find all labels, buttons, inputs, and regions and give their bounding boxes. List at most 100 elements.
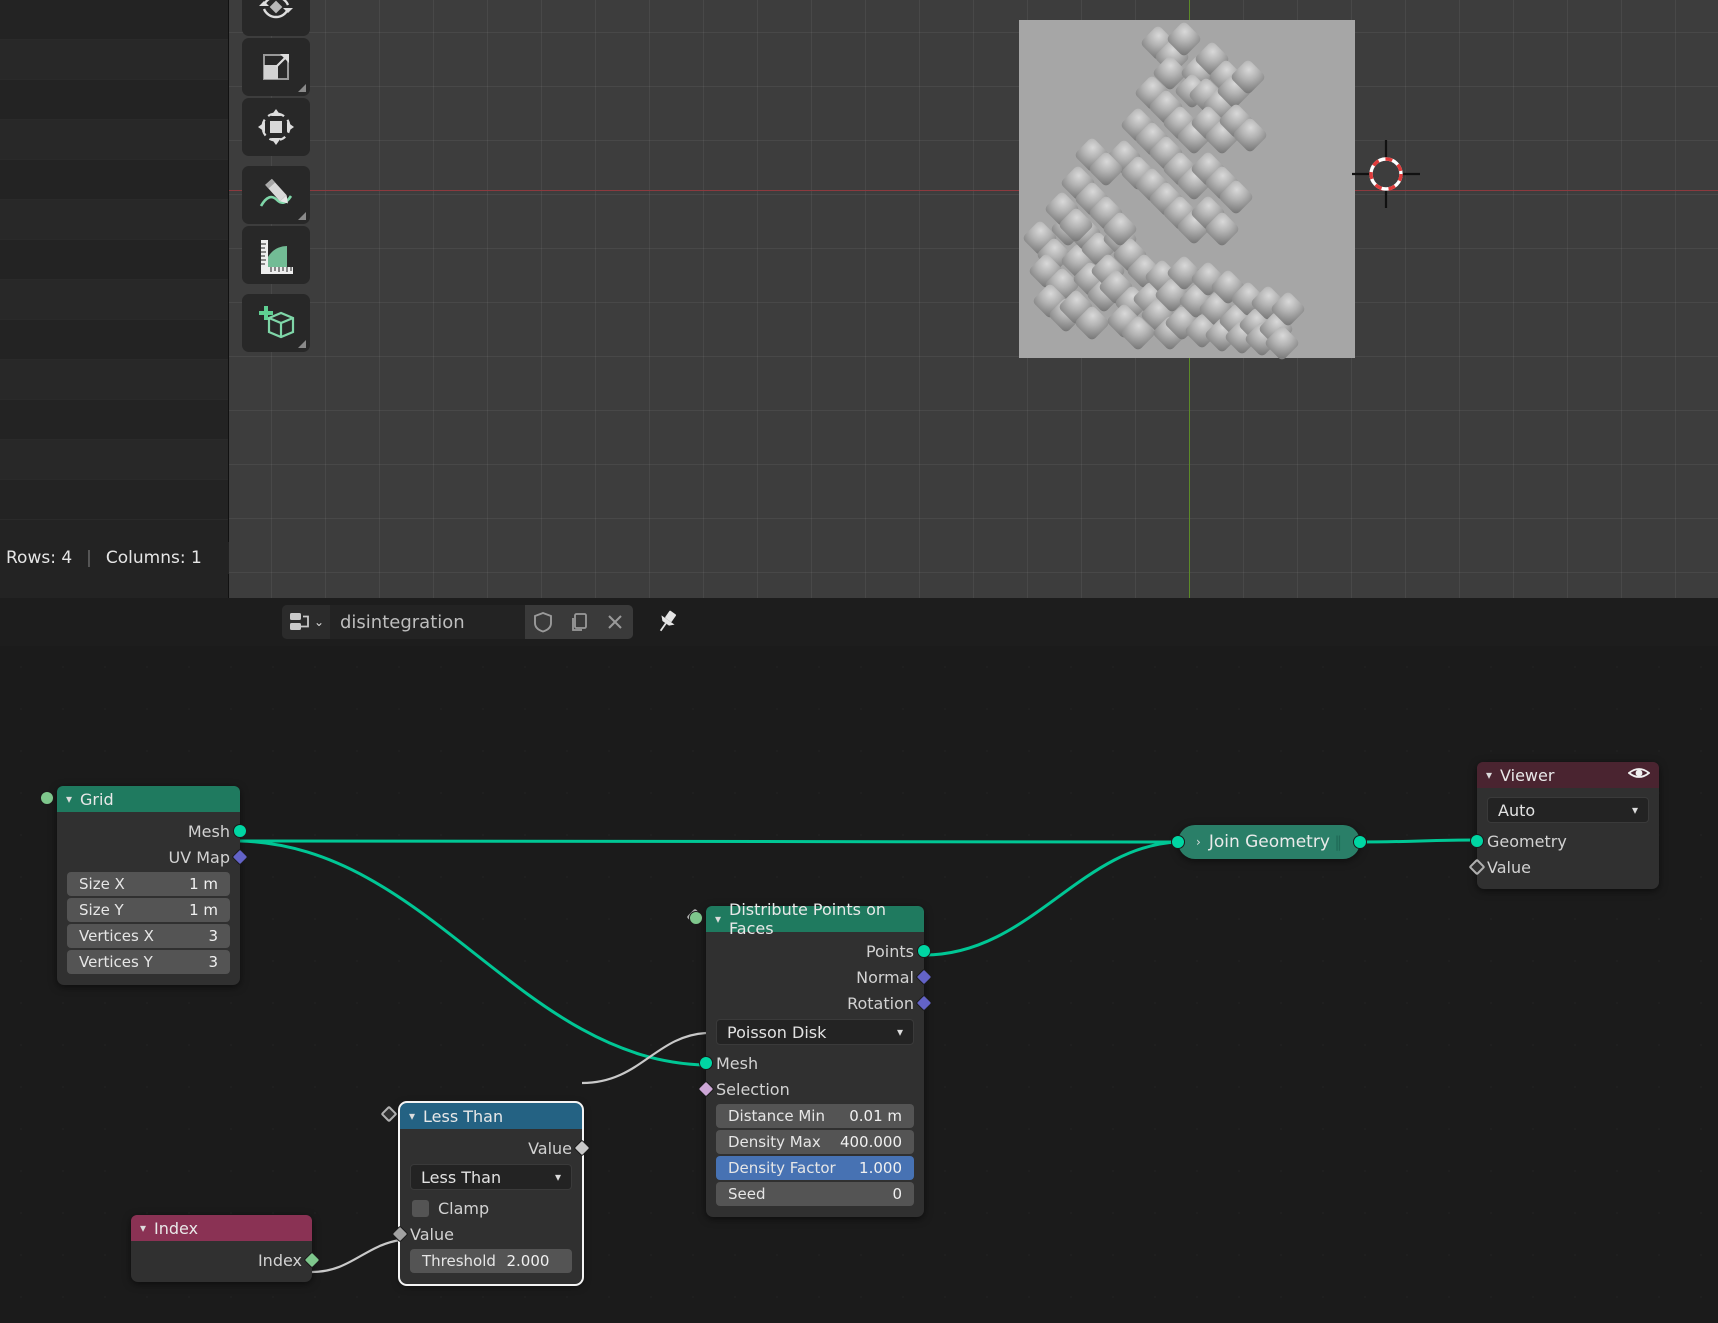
output-value[interactable]: Value <box>400 1135 591 1161</box>
spreadsheet-row[interactable] <box>0 0 228 40</box>
field-size-x[interactable]: Size X 1 m <box>40 791 230 896</box>
input-value[interactable]: Value <box>391 1221 582 1247</box>
spreadsheet-row[interactable] <box>0 360 228 400</box>
socket-selection-in[interactable] <box>697 1080 715 1098</box>
viewport-toolbar[interactable] <box>242 0 312 362</box>
viewport-3d[interactable] <box>229 0 1718 598</box>
spreadsheet-editor[interactable]: Rows: 4 | Columns: 1 <box>0 0 229 598</box>
collapse-chevron-icon[interactable]: ▾ <box>409 1109 415 1123</box>
spreadsheet-row[interactable] <box>0 320 228 360</box>
output-uv-map[interactable]: UV Map <box>57 844 249 870</box>
node-tree-name-field[interactable]: disintegration <box>330 605 525 639</box>
spreadsheet-row[interactable] <box>0 200 228 240</box>
field-distance-min-label: Distance Min <box>728 1107 825 1125</box>
viewer-domain-dropdown[interactable]: Auto ▾ <box>1487 797 1649 823</box>
add-cube-tool-button[interactable] <box>242 294 310 352</box>
socket-index-out[interactable] <box>303 1251 321 1269</box>
output-index[interactable]: Index <box>131 1247 321 1273</box>
socket-viewer-value-in[interactable] <box>1468 858 1486 876</box>
socket-join-geometry-in[interactable] <box>1171 835 1185 849</box>
input-geometry[interactable]: Geometry <box>1470 828 1659 854</box>
node-less-than-body: Value Less Than ▾ Clamp Value Threshold … <box>380 1105 591 1284</box>
eye-icon <box>1627 768 1651 778</box>
viewer-eye-button[interactable] <box>1627 765 1651 785</box>
output-mesh[interactable]: Mesh <box>57 818 247 844</box>
collapse-chevron-icon[interactable]: ▾ <box>715 912 721 926</box>
socket-join-geometry-out[interactable] <box>1353 835 1367 849</box>
node-less-than[interactable]: ▾ Less Than Value Less Than ▾ Clamp Valu… <box>380 1101 591 1286</box>
field-threshold[interactable]: Threshold 2.000 <box>380 1105 572 1273</box>
socket-uvmap-out[interactable] <box>231 848 249 866</box>
scale-tool-button[interactable] <box>242 38 310 96</box>
field-distance-min-value: 0.01 m <box>849 1107 902 1125</box>
output-points[interactable]: Points <box>706 938 931 964</box>
clamp-checkbox-row[interactable]: Clamp <box>400 1195 582 1221</box>
spreadsheet-row[interactable] <box>0 280 228 320</box>
node-canvas[interactable]: ▾ Grid Mesh UV Map Size X 1 m Size Y 1 m… <box>0 646 1718 1323</box>
node-viewer-header[interactable]: ▾ Viewer <box>1477 762 1659 788</box>
spreadsheet-row[interactable] <box>0 480 228 520</box>
node-viewer[interactable]: ▾ Viewer Auto ▾ Geometry Value <box>1468 762 1659 889</box>
spreadsheet-row[interactable] <box>0 400 228 440</box>
transform-icon <box>258 109 294 145</box>
field-density-factor[interactable]: Density Factor 1.000 <box>686 908 914 1180</box>
field-density-max[interactable]: Density Max 400.000 <box>689 911 914 1154</box>
socket-threshold-in[interactable] <box>380 1105 398 1123</box>
node-distribute-header[interactable]: ▾ Distribute Points on Faces <box>706 900 924 938</box>
duplicate-button[interactable] <box>561 605 597 639</box>
collapse-chevron-icon[interactable]: ▾ <box>1486 768 1492 782</box>
transform-tool-button[interactable] <box>242 98 310 156</box>
node-distribute-points-on-faces[interactable]: ▾ Distribute Points on Faces Points Norm… <box>686 900 933 1217</box>
spreadsheet-row[interactable] <box>0 240 228 280</box>
socket-mesh-in[interactable] <box>699 1056 713 1070</box>
node-less-than-header[interactable]: ▾ Less Than <box>400 1103 582 1129</box>
socket-seed-in[interactable] <box>689 911 703 925</box>
distribute-method-dropdown[interactable]: Poisson Disk ▾ <box>716 1019 914 1045</box>
field-density-factor-label: Density Factor <box>728 1159 836 1177</box>
unlink-button[interactable] <box>597 605 633 639</box>
collapse-chevron-icon[interactable]: ▾ <box>140 1221 146 1235</box>
socket-mesh-out[interactable] <box>233 824 247 838</box>
field-vertices-y[interactable]: Vertices Y 3 <box>40 791 230 974</box>
spreadsheet-row[interactable] <box>0 160 228 200</box>
node-index-header[interactable]: ▾ Index <box>131 1215 312 1241</box>
measure-tool-button[interactable] <box>242 226 310 284</box>
3d-cursor-icon <box>1352 140 1420 208</box>
node-tree-selector[interactable]: ⌄ disintegration <box>282 605 633 639</box>
field-vertices-y-label: Vertices Y <box>79 953 153 971</box>
output-rotation[interactable]: Rotation <box>706 990 933 1016</box>
socket-viewer-geometry-in[interactable] <box>1470 834 1484 848</box>
collapse-chevron-icon[interactable]: ▾ <box>66 792 72 806</box>
input-viewer-value[interactable]: Value <box>1468 854 1659 880</box>
annotate-tool-button[interactable] <box>242 166 310 224</box>
socket-points-out[interactable] <box>917 944 931 958</box>
input-selection[interactable]: Selection <box>697 1076 924 1102</box>
field-distance-min[interactable]: Distance Min 0.01 m <box>689 911 914 1128</box>
field-seed[interactable]: Seed 0 <box>689 911 914 1206</box>
spreadsheet-row[interactable] <box>0 120 228 160</box>
spreadsheet-row[interactable] <box>0 80 228 120</box>
rotate-tool-button[interactable] <box>242 0 310 36</box>
output-normal[interactable]: Normal <box>706 964 933 990</box>
node-join-geometry[interactable]: › Join Geometry ‖ <box>1171 825 1367 859</box>
spreadsheet-row[interactable] <box>0 40 228 80</box>
socket-rotation-out[interactable] <box>915 994 933 1012</box>
node-grid[interactable]: ▾ Grid Mesh UV Map Size X 1 m Size Y 1 m… <box>40 786 249 985</box>
spreadsheet-row[interactable] <box>0 440 228 480</box>
socket-vertices-y-in[interactable] <box>40 791 54 805</box>
expand-chevron-icon[interactable]: › <box>1196 835 1201 849</box>
node-index[interactable]: ▾ Index Index <box>131 1215 321 1282</box>
clamp-checkbox[interactable] <box>412 1199 429 1217</box>
field-vertices-x[interactable]: Vertices X 3 <box>40 791 230 948</box>
pin-button[interactable] <box>651 605 685 639</box>
input-mesh[interactable]: Mesh <box>699 1050 924 1076</box>
fake-user-button[interactable] <box>525 605 561 639</box>
less-than-operation-dropdown[interactable]: Less Than ▾ <box>410 1164 572 1190</box>
clamp-label: Clamp <box>438 1198 490 1218</box>
node-grid-header[interactable]: ▾ Grid <box>57 786 240 812</box>
socket-normal-out[interactable] <box>915 968 933 986</box>
socket-value-out[interactable] <box>573 1139 591 1157</box>
id-type-button[interactable]: ⌄ <box>282 605 330 639</box>
field-size-y[interactable]: Size Y 1 m <box>40 791 230 922</box>
socket-value-in[interactable] <box>391 1225 409 1243</box>
